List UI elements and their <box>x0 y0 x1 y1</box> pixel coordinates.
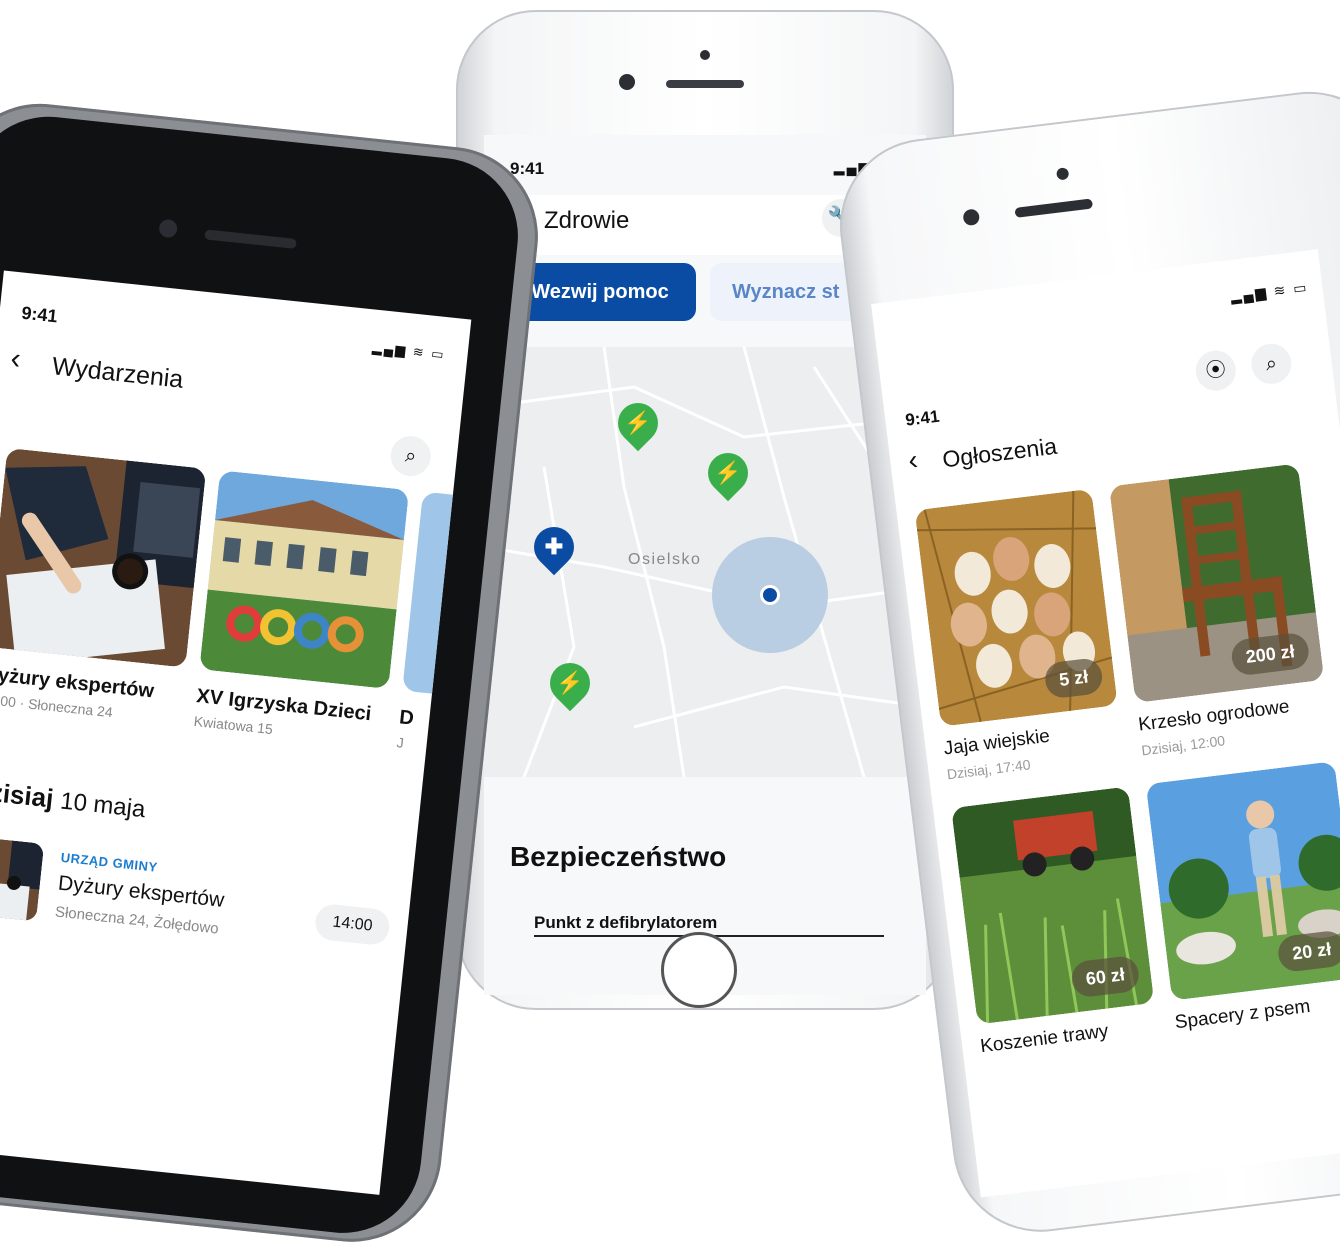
status-time: 9:41 <box>904 406 941 430</box>
earpiece <box>1014 198 1094 218</box>
listing-card-subtitle: Dzisiaj, 17:40 <box>945 756 1032 783</box>
today-heading: Dzisiaj 10 maja <box>0 775 147 824</box>
page-title: Ogłoszenia <box>940 432 1059 473</box>
listing-card-title: Krzesło ogrodowe <box>1137 696 1291 736</box>
charging-pin[interactable]: ⚡ <box>609 394 667 452</box>
listing-card-image[interactable]: 5 zł <box>914 488 1118 727</box>
event-card-subtitle: J <box>395 734 405 751</box>
business-meeting-photo <box>0 447 207 668</box>
back-icon[interactable]: ‹ <box>907 444 920 477</box>
status-time: 9:41 <box>20 302 59 327</box>
listing-card-title: Jaja wiejskie <box>942 725 1052 760</box>
page-title: Zdrowie <box>544 207 630 234</box>
status-icons: ▂▄▆ ≋ ▭ <box>371 339 447 363</box>
phone-sensor <box>700 50 710 60</box>
map-view[interactable]: ⚡ ⚡ ✚ ⚡ Osielsko <box>484 347 926 777</box>
front-camera <box>619 74 635 90</box>
search-icon[interactable]: ⌕ <box>388 434 433 479</box>
charging-pin[interactable]: ⚡ <box>541 654 599 712</box>
list-item-thumbnail <box>0 835 45 922</box>
time-badge: 14:00 <box>313 902 392 947</box>
listings-screen: ▂▄▆ ≋ ▭ 9:41 ⦿ ⌕ ‹ Ogłoszenia 5 zł Jaja … <box>871 249 1340 1198</box>
phone-listings: ▂▄▆ ≋ ▭ 9:41 ⦿ ⌕ ‹ Ogłoszenia 5 zł Jaja … <box>830 81 1340 1242</box>
earpiece <box>666 80 744 88</box>
event-card-subtitle: Kwiatowa 15 <box>193 712 274 738</box>
section-title: Bezpieczeństwo <box>510 841 727 872</box>
front-camera <box>962 208 981 227</box>
list-item[interactable]: Punkt z defibrylatorem <box>534 913 717 933</box>
listing-card-image[interactable]: 60 zł <box>951 786 1155 1025</box>
school-building-photo <box>199 470 410 690</box>
map-place-label: Osielsko <box>628 551 702 568</box>
phone-events: 9:41 ▂▄▆ ≋ ▭ ‹ Wydarzenia ⌕ Dyżury ekspe… <box>0 95 547 1251</box>
listing-card-subtitle: Dzisiaj, 12:00 <box>1140 732 1226 759</box>
list-item-tag: URZĄD GMINY <box>60 849 159 875</box>
status-icons: ▂▄▆ ≋ ▭ <box>1229 278 1310 305</box>
event-card-image[interactable] <box>0 447 207 668</box>
listing-card-title: Spacery z psem <box>1173 995 1312 1034</box>
search-icon[interactable]: ⌕ <box>1249 341 1294 387</box>
event-card-image[interactable] <box>199 470 410 690</box>
home-button[interactable] <box>661 932 737 1008</box>
listing-card-image[interactable]: 20 zł <box>1145 761 1340 1001</box>
back-icon[interactable]: ‹ <box>9 342 22 377</box>
medical-pin[interactable]: ✚ <box>525 518 583 576</box>
listing-card-title: Koszenie trawy <box>979 1020 1110 1058</box>
location-pin-icon[interactable]: ⦿ <box>1193 348 1239 393</box>
business-meeting-photo <box>0 835 45 922</box>
listing-card-image[interactable]: 200 zł <box>1109 463 1325 703</box>
phone-sensor <box>1055 167 1070 181</box>
current-location-dot <box>760 585 780 605</box>
charging-pin[interactable]: ⚡ <box>699 444 757 502</box>
event-card-title: D <box>398 706 415 730</box>
page-title: Wydarzenia <box>50 352 185 394</box>
